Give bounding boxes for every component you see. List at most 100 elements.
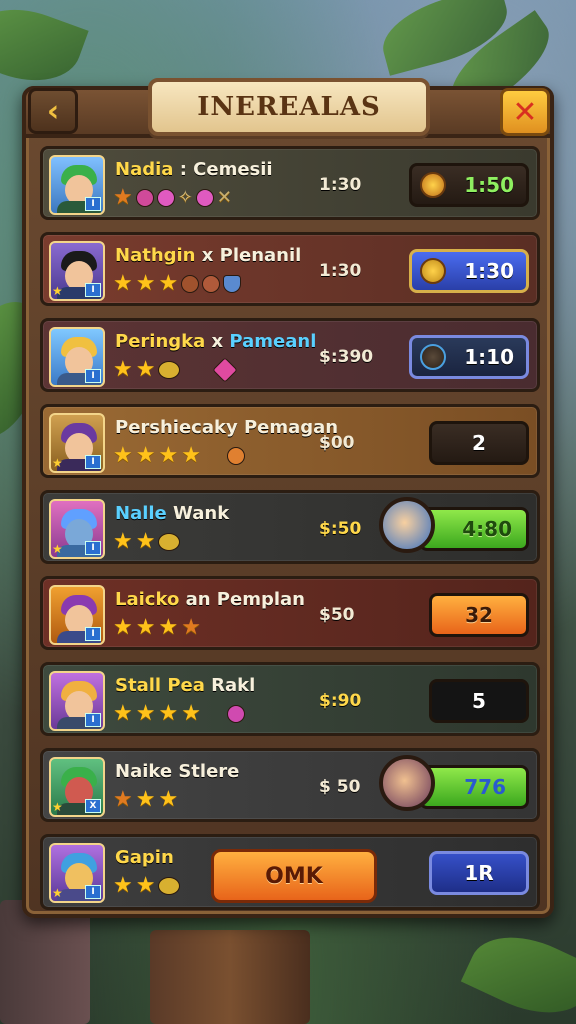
star-icon: ★ xyxy=(181,615,201,640)
hero-portrait-icon xyxy=(379,755,435,811)
list-item[interactable]: I ★ Gapin ★ ★ OMK 1R xyxy=(40,834,540,910)
gem-icon xyxy=(181,275,200,293)
rune-icon: ✧ xyxy=(177,187,193,208)
star-rating: ★ ★ ★ xyxy=(113,789,178,811)
star-icon: ★ xyxy=(113,615,133,640)
star-icon: ★ xyxy=(135,615,156,640)
gem-icon xyxy=(195,189,214,207)
gem-icon xyxy=(156,189,175,207)
close-button[interactable]: ✕ xyxy=(500,88,550,136)
hero-name: Peringka x Pameanl xyxy=(115,331,317,352)
star-icon: ★ xyxy=(135,701,156,726)
hero-name: Nadia : Cemesii xyxy=(115,159,273,180)
bg-leaf xyxy=(0,0,89,97)
hero-name: Gapin xyxy=(115,847,174,868)
star-icon: ★ xyxy=(113,271,133,296)
star-icon: ★ xyxy=(135,271,156,296)
star-rating: ★ ★ ★ ★ xyxy=(113,617,201,639)
star-rating: ★ ★ xyxy=(113,357,239,383)
fire-gem-icon xyxy=(226,447,245,465)
star-rating: ★ ★ ★ xyxy=(113,271,242,296)
buy-button[interactable]: 5 xyxy=(429,679,529,723)
star-icon: ★ xyxy=(158,787,179,812)
hero-name: Nathgin x Plenanil xyxy=(115,245,302,266)
star-rating: ★ ★ xyxy=(113,529,181,554)
price-label: $50 xyxy=(319,605,355,625)
star-icon: ★ xyxy=(135,787,156,812)
hero-avatar: I xyxy=(49,327,105,387)
list-item[interactable]: X ★ Naike Stlere ★ ★ ★ $ 50 776 xyxy=(40,748,540,822)
ok-button[interactable]: OMK xyxy=(211,849,377,903)
coin-icon xyxy=(158,533,181,551)
coin-icon xyxy=(158,361,181,379)
back-button[interactable]: ‹ xyxy=(28,88,78,134)
list-item[interactable]: I ★ Pershiecaky Pemagan ★ ★ ★ ★ $00 2 xyxy=(40,404,540,478)
bg-leaf xyxy=(460,917,576,1024)
star-icon: ★ xyxy=(158,443,179,468)
star-icon: ★ xyxy=(135,873,156,898)
coin-icon xyxy=(158,877,181,895)
hero-avatar: X ★ xyxy=(49,757,105,817)
list-item[interactable]: I ★ Nalle Wank ★ ★ $:50 4:80 xyxy=(40,490,540,564)
buy-button[interactable]: 1:30 xyxy=(409,249,529,293)
gem-icon xyxy=(135,189,154,207)
hero-avatar: I xyxy=(49,585,105,645)
list-item[interactable]: I Stall Pea Rakl ★ ★ ★ ★ $:90 5 xyxy=(40,662,540,736)
page-title: INEREALAS xyxy=(197,92,381,122)
star-icon: ★ xyxy=(113,873,133,898)
hero-name: Pershiecaky Pemagan xyxy=(115,417,339,438)
price-label: $:390 xyxy=(319,347,374,367)
list-item[interactable]: I Peringka x Pameanl ★ ★ $:390 1:10 xyxy=(40,318,540,392)
star-icon: ★ xyxy=(181,443,201,468)
star-icon: ★ xyxy=(135,357,156,382)
star-rating: ★ ★ ★ ★ xyxy=(113,445,245,467)
star-icon: ★ xyxy=(135,529,156,554)
star-icon: ★ xyxy=(113,787,133,812)
list-item[interactable]: I Nadia : Cemesii ★ ✧ ✕ 1:30 1:50 xyxy=(40,146,540,220)
buy-button[interactable]: 32 xyxy=(429,593,529,637)
star-icon: ★ xyxy=(113,701,133,726)
star-icon: ★ xyxy=(113,357,133,382)
list-item[interactable]: I ★ Nathgin x Plenanil ★ ★ ★ 1:30 1:30 xyxy=(40,232,540,306)
hero-avatar: I ★ xyxy=(49,843,105,903)
chevron-left-icon: ‹ xyxy=(46,93,60,129)
star-rating: ★ ★ ★ ★ xyxy=(113,703,245,725)
star-icon: ★ xyxy=(158,615,179,640)
shield-icon xyxy=(223,275,242,293)
star-icon: ★ xyxy=(113,443,133,468)
hero-avatar: I ★ xyxy=(49,241,105,301)
hero-name: Naike Stlere xyxy=(115,761,240,782)
buy-button[interactable]: 1:10 xyxy=(409,335,529,379)
hero-avatar: I xyxy=(49,671,105,731)
medal-icon xyxy=(420,172,446,198)
list-item[interactable]: I Laicko an Pemplan ★ ★ ★ ★ $50 32 xyxy=(40,576,540,650)
price-label: $:90 xyxy=(319,691,362,711)
gem-icon xyxy=(212,357,239,383)
title-plate: INEREALAS xyxy=(148,78,430,136)
gem-icon xyxy=(202,275,221,293)
star-icon: ★ xyxy=(113,529,133,554)
star-icon: ★ xyxy=(158,701,179,726)
buy-button[interactable]: 2 xyxy=(429,421,529,465)
bg-pillar xyxy=(0,900,90,1024)
star-icon: ★ xyxy=(135,443,156,468)
star-icon: ★ xyxy=(113,185,133,210)
hero-name: Stall Pea Rakl xyxy=(115,675,256,696)
sun-medal-icon xyxy=(420,258,446,284)
potion-icon xyxy=(226,705,245,723)
hero-portrait-icon xyxy=(379,497,435,553)
buy-button[interactable]: 4:80 xyxy=(419,507,529,551)
star-rating: ★ ✧ ✕ xyxy=(113,187,232,209)
hero-avatar: I ★ xyxy=(49,499,105,559)
crossed-swords-icon: ✕ xyxy=(216,187,232,208)
buy-button[interactable]: 1R xyxy=(429,851,529,895)
buy-button[interactable]: 776 xyxy=(419,765,529,809)
spiked-helmet-icon xyxy=(420,344,446,370)
hero-name: Nalle Wank xyxy=(115,503,230,524)
price-label: 1:30 xyxy=(319,261,362,281)
buy-button[interactable]: 1:50 xyxy=(409,163,529,207)
hero-avatar: I ★ xyxy=(49,413,105,473)
price-label: 1:30 xyxy=(319,175,362,195)
star-rating: ★ ★ xyxy=(113,873,181,898)
star-icon: ★ xyxy=(158,271,179,296)
